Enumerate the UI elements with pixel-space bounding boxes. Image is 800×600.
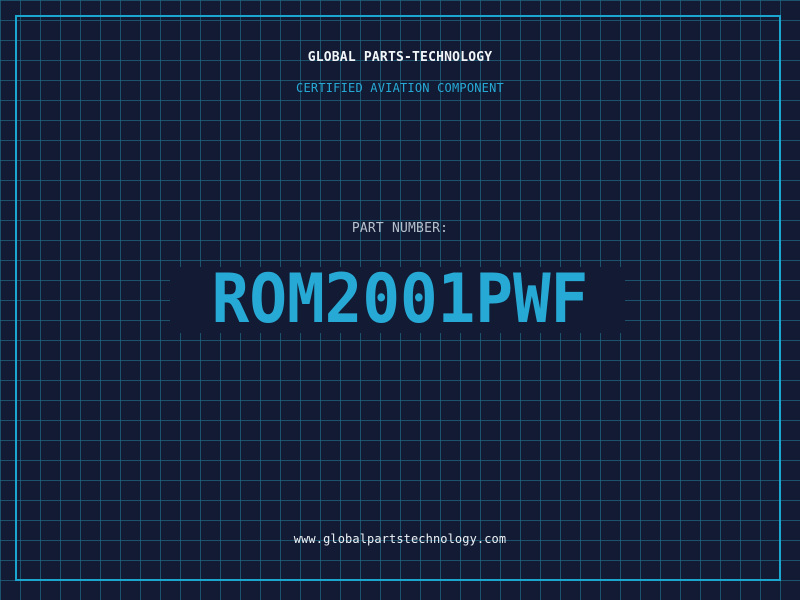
- certificate-canvas: GLOBAL PARTS-TECHNOLOGY CERTIFIED AVIATI…: [0, 0, 800, 600]
- part-number-value: ROM2001PWF: [211, 260, 589, 339]
- part-number-label: PART NUMBER:: [351, 221, 449, 236]
- certification-subtitle: CERTIFIED AVIATION COMPONENT: [296, 81, 504, 95]
- brand-title: GLOBAL PARTS-TECHNOLOGY: [307, 50, 493, 65]
- website-url: www.globalpartstechnology.com: [293, 532, 507, 546]
